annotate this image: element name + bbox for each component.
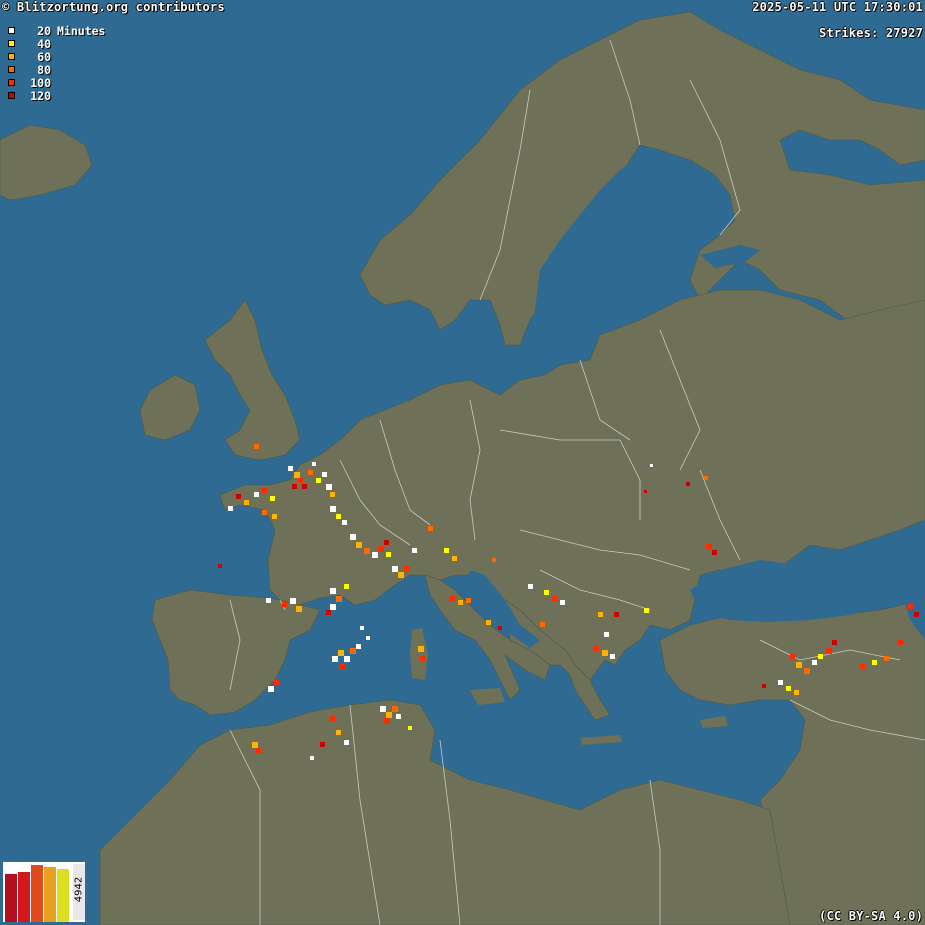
legend-swatch — [8, 40, 15, 47]
legend-label: 80 — [37, 62, 51, 77]
histogram-count-box: 4942 — [73, 864, 85, 920]
legend-label: 60 — [37, 49, 51, 64]
legend-item: 60 — [8, 49, 105, 64]
legend-swatch — [8, 79, 15, 86]
legend-swatch — [8, 53, 15, 60]
histogram-bar — [44, 867, 56, 922]
legend-label: 120 — [30, 88, 51, 103]
legend-label: 40 — [37, 36, 51, 51]
legend-item: 40 — [8, 36, 105, 51]
strike-count: Strikes: 27927 — [819, 26, 923, 40]
legend-label: 20 — [37, 23, 51, 38]
credit-text: © Blitzortung.org contributors — [2, 0, 225, 14]
legend-swatch — [8, 66, 15, 73]
histogram-bar — [5, 874, 17, 922]
legend-swatch — [8, 92, 15, 99]
age-legend: 20 Minutes 40 60 80 100 120 — [8, 23, 106, 103]
histogram-bar — [57, 869, 69, 922]
legend-item: 80 — [8, 62, 105, 77]
histogram-bar — [18, 872, 30, 922]
legend-item: 120 — [8, 88, 105, 103]
timestamp: 2025-05-11 UTC 17:30:01 — [752, 0, 923, 14]
legend-unit: Minutes — [57, 23, 106, 38]
legend-label: 100 — [30, 75, 51, 90]
legend-item: 100 — [8, 75, 105, 90]
legend-swatch — [8, 27, 15, 34]
lightning-map — [0, 0, 925, 925]
strike-histogram: 4942 — [3, 862, 85, 922]
histogram-bar — [31, 865, 43, 922]
histogram-count: 4942 — [73, 876, 85, 903]
license-text: (CC BY-SA 4.0) — [819, 909, 923, 923]
legend-item: 20 Minutes — [8, 23, 106, 38]
